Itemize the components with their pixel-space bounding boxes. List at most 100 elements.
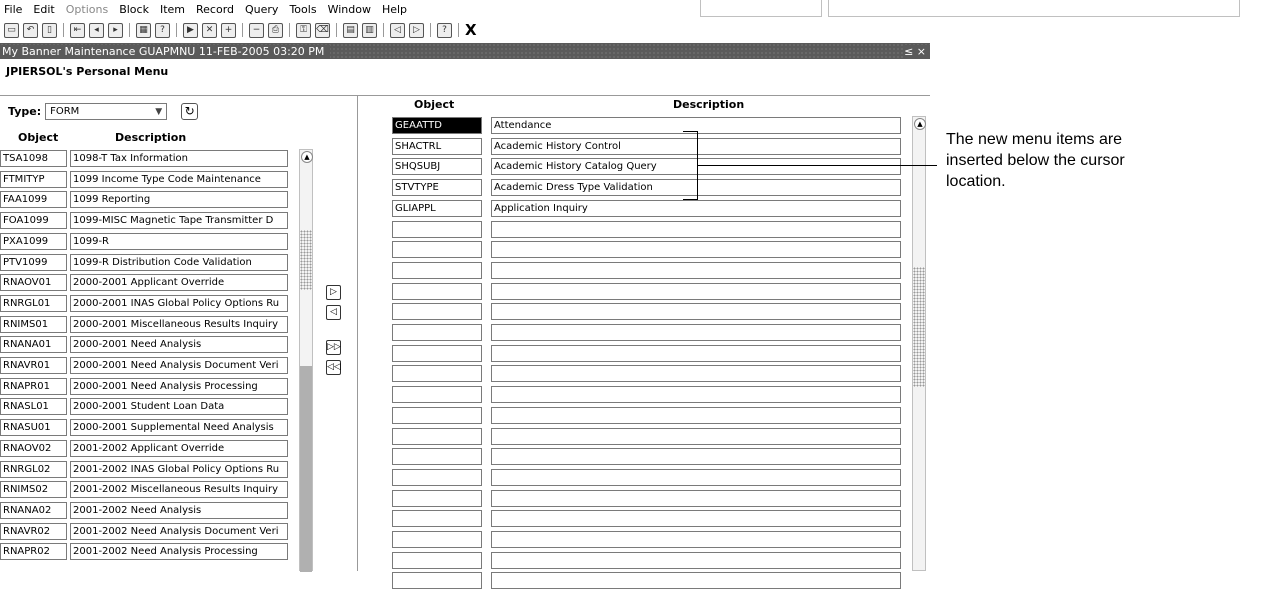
left-description-cell[interactable]: 2000-2001 Need Analysis — [70, 336, 288, 354]
execute-query-icon[interactable]: ▶ — [183, 22, 198, 38]
remove-record-icon[interactable]: − — [249, 22, 264, 38]
left-description-cell[interactable]: 1099-MISC Magnetic Tape Transmitter D — [70, 212, 288, 230]
right-object-cell[interactable]: STVTYPE — [392, 179, 482, 197]
right-description-cell[interactable] — [491, 489, 901, 507]
scrollbar-thumb[interactable] — [300, 366, 312, 572]
right-description-cell[interactable] — [491, 220, 901, 238]
left-scrollbar[interactable]: ▲ — [299, 149, 313, 572]
left-description-cell[interactable]: 2000-2001 Miscellaneous Results Inquiry — [70, 315, 288, 333]
scroll-up-icon[interactable]: ▲ — [914, 118, 926, 130]
right-description-cell[interactable] — [491, 261, 901, 279]
right-description-cell[interactable] — [491, 344, 901, 362]
left-object-cell[interactable]: RNANA01 — [0, 336, 67, 354]
chevron-down-icon[interactable]: ▼ — [155, 107, 162, 117]
help-icon[interactable]: ? — [437, 22, 452, 38]
left-description-cell[interactable]: 2000-2001 INAS Global Policy Options Ru — [70, 294, 288, 312]
right-scrollbar[interactable]: ▲ — [912, 116, 926, 571]
right-object-cell[interactable] — [392, 551, 482, 569]
left-object-cell[interactable]: RNAVR02 — [0, 522, 67, 540]
right-description-cell[interactable] — [491, 468, 901, 486]
left-object-cell[interactable]: RNRGL01 — [0, 294, 67, 312]
left-description-cell[interactable]: 2001-2002 Applicant Override — [70, 439, 288, 457]
right-object-cell[interactable] — [392, 468, 482, 486]
right-object-cell[interactable]: GEAATTD — [392, 117, 482, 134]
menu-item-options[interactable]: Options — [66, 3, 108, 16]
menu-item-query[interactable]: Query — [245, 3, 278, 16]
add-item-icon[interactable]: ▷ — [326, 285, 341, 300]
left-description-cell[interactable]: 2000-2001 Need Analysis Processing — [70, 377, 288, 395]
left-object-cell[interactable]: RNAOV01 — [0, 274, 67, 292]
remove-all-icon[interactable]: ◁◁ — [326, 360, 341, 375]
right-description-cell[interactable] — [491, 406, 901, 424]
right-description-cell[interactable] — [491, 303, 901, 321]
scroll-up-icon[interactable]: ▲ — [301, 151, 313, 163]
menu-item-block[interactable]: Block — [119, 3, 149, 16]
right-description-cell[interactable] — [491, 427, 901, 445]
right-description-cell[interactable] — [491, 531, 901, 548]
left-description-cell[interactable]: 2000-2001 Need Analysis Document Veri — [70, 357, 288, 374]
right-object-cell[interactable] — [392, 303, 482, 321]
left-object-cell[interactable]: RNAOV02 — [0, 439, 67, 457]
right-object-cell[interactable] — [392, 365, 482, 383]
right-object-cell[interactable] — [392, 531, 482, 548]
left-object-cell[interactable]: RNAPR01 — [0, 377, 67, 395]
left-object-cell[interactable]: PTV1099 — [0, 253, 67, 271]
menu-item-tools[interactable]: Tools — [289, 3, 316, 16]
menu-item-window[interactable]: Window — [328, 3, 371, 16]
left-object-cell[interactable]: RNAVR01 — [0, 357, 67, 374]
left-description-cell[interactable]: 2001-2002 Need Analysis Document Veri — [70, 522, 288, 540]
left-description-cell[interactable]: 2001-2002 Miscellaneous Results Inquiry — [70, 481, 288, 499]
previous-item-icon[interactable]: ◁ — [390, 22, 405, 38]
right-object-cell[interactable]: SHACTRL — [392, 137, 482, 155]
left-object-cell[interactable]: RNIMS02 — [0, 481, 67, 499]
right-description-cell[interactable] — [491, 448, 901, 466]
left-object-cell[interactable]: TSA1098 — [0, 150, 67, 167]
right-object-cell[interactable]: GLIAPPL — [392, 199, 482, 217]
right-description-cell[interactable]: Academic History Catalog Query — [491, 158, 901, 176]
enter-query-icon[interactable]: ? — [155, 22, 170, 38]
right-object-cell[interactable] — [392, 241, 482, 259]
save-icon[interactable]: ▭ — [4, 22, 19, 38]
lock-record-icon[interactable]: ⚿ — [296, 22, 311, 38]
left-description-cell[interactable]: 1099-R — [70, 232, 288, 250]
type-select[interactable]: FORM ▼ — [45, 103, 168, 120]
insert-record-icon[interactable]: + — [221, 22, 236, 38]
left-object-cell[interactable]: RNAPR02 — [0, 543, 67, 561]
right-object-cell[interactable]: SHQSUBJ — [392, 158, 482, 176]
right-object-cell[interactable] — [392, 489, 482, 507]
right-description-cell[interactable] — [491, 510, 901, 528]
menu-item-item[interactable]: Item — [160, 3, 185, 16]
right-description-cell[interactable]: Academic Dress Type Validation — [491, 179, 901, 197]
right-object-cell[interactable] — [392, 324, 482, 341]
left-object-cell[interactable]: FAA1099 — [0, 191, 67, 209]
left-description-cell[interactable]: 2000-2001 Student Loan Data — [70, 398, 288, 416]
left-object-cell[interactable]: RNIMS01 — [0, 315, 67, 333]
right-description-cell[interactable]: Application Inquiry — [491, 199, 901, 217]
right-object-cell[interactable] — [392, 261, 482, 279]
left-object-cell[interactable]: RNASL01 — [0, 398, 67, 416]
left-object-cell[interactable]: FTMITYP — [0, 170, 67, 188]
print-preview-icon[interactable]: ▦ — [136, 22, 151, 38]
right-description-cell[interactable] — [491, 386, 901, 404]
next-item-icon[interactable]: ▷ — [409, 22, 424, 38]
menu-item-file[interactable]: File — [4, 3, 22, 16]
left-description-cell[interactable]: 2000-2001 Supplemental Need Analysis — [70, 419, 288, 437]
right-description-cell[interactable] — [491, 324, 901, 341]
left-description-cell[interactable]: 1098-T Tax Information — [70, 150, 288, 167]
previous-block-icon[interactable]: ◂ — [89, 22, 104, 38]
right-description-cell[interactable] — [491, 365, 901, 383]
right-description-cell[interactable] — [491, 282, 901, 300]
right-description-cell[interactable] — [491, 241, 901, 259]
clear-record-icon[interactable]: ⌫ — [315, 22, 330, 38]
left-object-cell[interactable]: FOA1099 — [0, 212, 67, 230]
right-object-cell[interactable] — [392, 510, 482, 528]
left-object-cell[interactable]: RNANA02 — [0, 501, 67, 519]
window-controls[interactable]: ≤ × — [904, 44, 930, 58]
right-object-cell[interactable] — [392, 572, 482, 589]
rollback-icon[interactable]: ↶ — [23, 22, 38, 38]
left-object-cell[interactable]: RNRGL02 — [0, 460, 67, 478]
right-object-cell[interactable] — [392, 344, 482, 362]
right-object-cell[interactable] — [392, 448, 482, 466]
cancel-query-icon[interactable]: ✕ — [202, 22, 217, 38]
right-description-cell[interactable]: Academic History Control — [491, 137, 901, 155]
